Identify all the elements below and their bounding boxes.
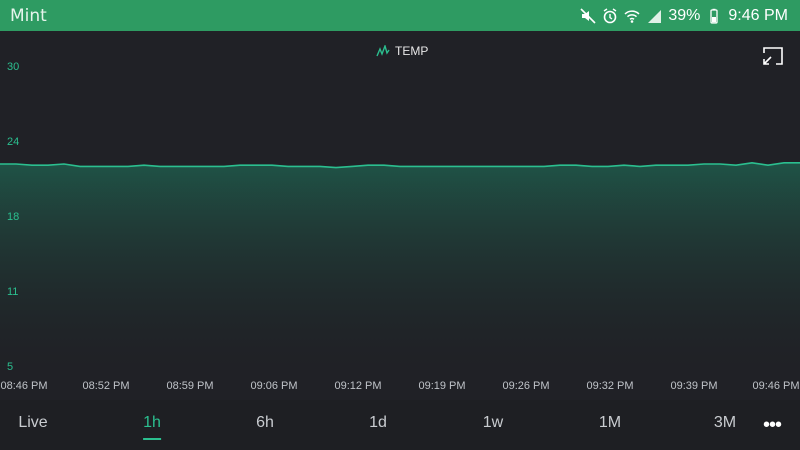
x-tick-label: 09:12 PM [334, 380, 382, 392]
range-selector: Live 1h 6h 1d 1w 1M 3M [0, 400, 800, 450]
range-1h-button[interactable]: 1h [143, 414, 161, 440]
status-icons: 39% 9:46 PM [580, 7, 788, 25]
status-bar: Mint 39% 9:46 PM [0, 0, 800, 31]
x-tick-label: 09:06 PM [250, 380, 298, 392]
app-name: Mint [10, 5, 47, 26]
x-tick-label: 08:52 PM [82, 380, 130, 392]
x-tick-label: 09:26 PM [502, 380, 550, 392]
range-1w-button[interactable]: 1w [483, 414, 503, 438]
legend-label: TEMP [395, 44, 429, 58]
more-options-button[interactable]: ••• [763, 414, 782, 437]
temperature-chart [0, 161, 800, 368]
y-tick-label: 11 [7, 286, 19, 298]
mute-icon [580, 7, 596, 24]
range-1d-button[interactable]: 1d [369, 414, 387, 438]
y-tick-label: 30 [7, 61, 20, 73]
temp-area-fill [0, 162, 800, 368]
battery-icon [706, 8, 722, 24]
range-live-button[interactable]: Live [18, 414, 47, 438]
alarm-icon [602, 7, 618, 24]
signal-icon [646, 8, 662, 24]
x-tick-label: 08:59 PM [166, 380, 214, 392]
range-3m-button[interactable]: 3M [714, 414, 736, 438]
y-tick-label: 24 [7, 136, 20, 148]
exit-fullscreen-icon [763, 47, 783, 65]
x-tick-label: 09:32 PM [586, 380, 634, 392]
clock: 9:46 PM [728, 6, 788, 24]
wifi-icon [624, 8, 640, 24]
x-tick-label: 09:46 PM [752, 380, 800, 392]
y-tick-label: 18 [7, 211, 20, 223]
battery-percent: 39% [668, 6, 701, 24]
chart-area: TEMP 30 24 18 11 5 08:46 PM 08:52 PM 08:59 PM 0… [0, 31, 800, 400]
x-tick-label: 09:19 PM [418, 380, 466, 392]
more-dots-icon: ••• [763, 414, 782, 436]
range-6h-button[interactable]: 6h [256, 414, 274, 438]
range-1m-button[interactable]: 1M [599, 414, 621, 438]
y-tick-label: 5 [7, 361, 14, 373]
x-tick-label: 09:39 PM [670, 380, 718, 392]
x-tick-label: 08:46 PM [0, 380, 48, 392]
exit-fullscreen-button[interactable] [762, 46, 784, 66]
line-chart-icon [376, 45, 390, 57]
legend: TEMP [376, 44, 428, 58]
